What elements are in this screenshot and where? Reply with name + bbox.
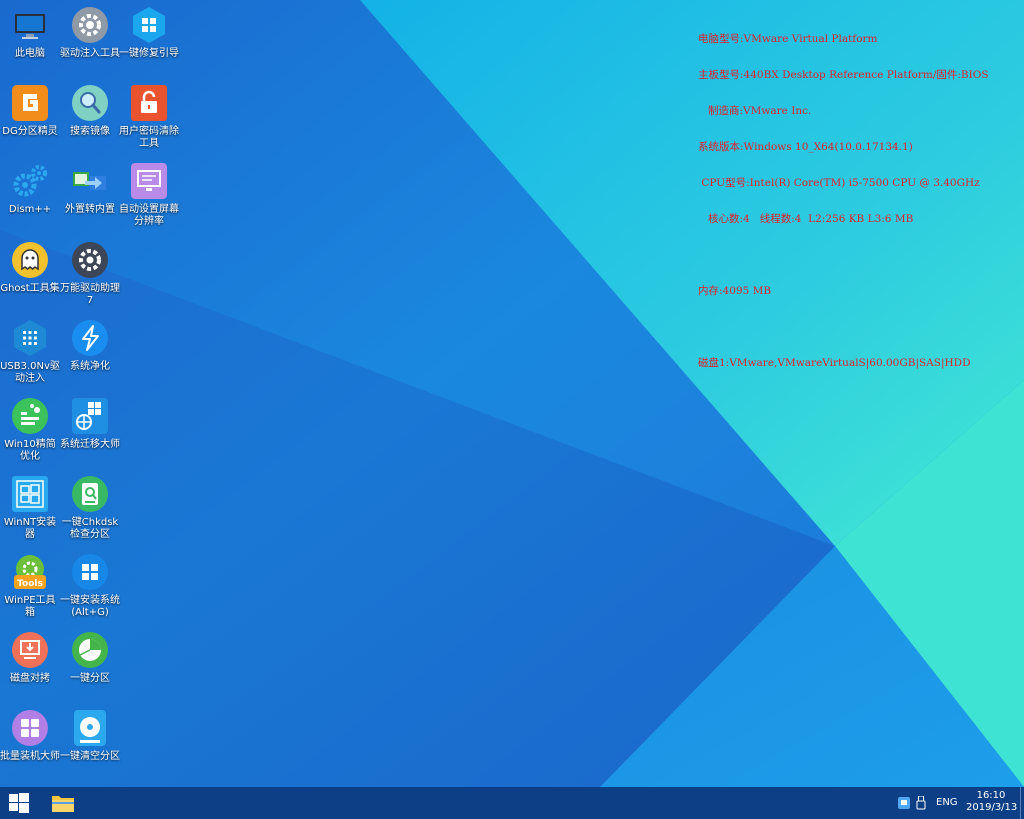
sysinfo-line: 电脑型号:VMware Virtual Platform [698,33,878,45]
desktop-icon-boot-repair[interactable]: 一键修复引导 [119,6,179,60]
desktop-icon-password-clear[interactable]: 用户密码清除工具 [119,84,179,150]
desktop-icon-label: 一键Chkdsk检查分区 [61,517,119,540]
desktop-icon-chkdsk[interactable]: 一键Chkdsk检查分区 [60,475,120,541]
taskbar: ENG 16:10 2019/3/13 [0,787,1024,819]
monitor-icon [130,162,168,200]
gear-icon [71,6,109,44]
desktop-icon-auto-resolution[interactable]: 自动设置屏幕分辨率 [119,162,179,228]
desktop-icon-label: 一键修复引导 [119,48,179,59]
windows-logo-icon [11,475,49,513]
desktop-icon-install-system[interactable]: 一键安装系统(Alt+G) [60,553,120,619]
desktop-icon-search-image[interactable]: 搜索镜像 [60,84,120,138]
grid-icon [11,709,49,747]
desktop-icon-label: Ghost工具集 [0,283,60,294]
desktop-icon-label: 此电脑 [15,48,45,59]
show-desktop-button[interactable] [1020,787,1024,819]
system-info-overlay: 电脑型号:VMware Virtual Platform 主板型号:440BX … [698,9,989,381]
chip-icon [11,319,49,357]
start-button[interactable] [0,787,38,819]
sysinfo-line: 主板型号:440BX Desktop Reference Platform/固件… [698,69,989,81]
desktop-icon-label: Dism++ [8,204,52,215]
windows-start-icon [9,793,29,813]
windows-logo-icon [71,553,109,591]
gears-icon [11,162,49,200]
lightning-icon [71,319,109,357]
pie-partition-icon [71,631,109,669]
svg-text:Tools: Tools [17,579,43,589]
windows-logo-icon [130,6,168,44]
desktop-icon-usb3-driver[interactable]: USB3.0Nv驱动注入 [0,319,60,385]
disk-check-icon [71,475,109,513]
language-indicator[interactable]: ENG [936,797,958,808]
desktop-icon-label: 驱动注入工具 [60,48,120,59]
desktop-icon-label: 用户密码清除工具 [119,126,179,149]
desktop-icon-label: 一键安装系统(Alt+G) [60,595,120,618]
sysinfo-disk: 磁盘1:VMware,VMwareVirtualS|60.00GB|SAS|HD… [698,357,971,369]
gear-icon [71,241,109,279]
desktop-icon-label: 系统迁移大师 [60,439,120,450]
desktop-icon-external-internal[interactable]: 外置转内置 [60,162,120,216]
desktop-icon-label: DG分区精灵 [2,126,58,137]
tray-app-icon [898,797,910,809]
sysinfo-line: CPU型号:Intel(R) Core(TM) i5-7500 CPU @ 3.… [698,177,980,189]
desktop-icon-label: 万能驱动助理7 [60,283,120,306]
lock-icon [130,84,168,122]
transfer-icon [71,162,109,200]
desktop-icon-clear-partition[interactable]: 一键清空分区 [60,709,120,763]
desktop-icon-label: WinNT安装器 [3,517,57,540]
sysinfo-line: 核心数:4 线程数:4 L2:256 KB L3:6 MB [698,213,914,225]
disk-clear-icon [71,709,109,747]
desktop-icon-one-key-partition[interactable]: 一键分区 [60,631,120,685]
desktop-icon-label: 磁盘对拷 [10,673,50,684]
computer-icon [11,6,49,44]
desktop-icon-system-migrate[interactable]: 系统迁移大师 [60,397,120,451]
desktop-icon-label: 一键分区 [70,673,110,684]
tray-notification-icon[interactable] [896,787,912,819]
desktop-icon-driver-inject[interactable]: 驱动注入工具 [60,6,120,60]
sysinfo-memory: 内存:4095 MB [698,285,772,297]
desktop-icon-diskgenius[interactable]: DG分区精灵 [0,84,60,138]
migrate-icon [71,397,109,435]
desktop-icon-universal-driver[interactable]: 万能驱动助理7 [60,241,120,307]
clock[interactable]: 16:10 2019/3/13 [966,790,1018,814]
desktop-icon-label: 一键清空分区 [60,751,120,762]
desktop-icon-label: USB3.0Nv驱动注入 [0,361,60,384]
desktop-icon-winpe-tools[interactable]: Tools WinPE工具箱 [0,553,60,619]
desktop-icon-label: 系统净化 [70,361,110,372]
file-explorer-button[interactable] [46,787,80,819]
disk-copy-icon [11,631,49,669]
desktop-icon-ghost[interactable]: Ghost工具集 [0,241,60,295]
sysinfo-line: 制造商:VMware Inc. [698,105,812,117]
optimize-icon [11,397,49,435]
sysinfo-line: 系统版本:Windows 10_X64(10.0.17134.1) [698,141,913,153]
clock-date: 2019/3/13 [966,802,1018,813]
desktop-icon-label: WinPE工具箱 [4,595,56,618]
desktop-icon-label: 外置转内置 [65,204,115,215]
ghost-icon [11,241,49,279]
desktop-icon-system-clean[interactable]: 系统净化 [60,319,120,373]
desktop-icon-dism[interactable]: Dism++ [0,162,60,216]
desktop-icon-this-pc[interactable]: 此电脑 [0,6,60,60]
magnifier-icon [71,84,109,122]
usb-tray-button[interactable] [914,787,928,819]
clock-time: 16:10 [976,790,1006,801]
desktop-icon-win10-optimize[interactable]: Win10精简优化 [0,397,60,463]
toolbox-icon: Tools [11,553,49,591]
desktop-icon-disk-copy[interactable]: 磁盘对拷 [0,631,60,685]
folder-icon [52,796,74,812]
usb-icon [916,796,926,810]
desktop-icon-label: 自动设置屏幕分辨率 [119,204,179,227]
diskgenius-icon [11,84,49,122]
desktop-icon-label: Win10精简优化 [4,439,56,462]
desktop-icon-winnt-setup[interactable]: WinNT安装器 [0,475,60,541]
desktop-icon-label: 批量装机大师 [0,751,60,762]
desktop-icon-batch-install[interactable]: 批量装机大师 [0,709,60,763]
desktop-icon-label: 搜索镜像 [70,126,110,137]
